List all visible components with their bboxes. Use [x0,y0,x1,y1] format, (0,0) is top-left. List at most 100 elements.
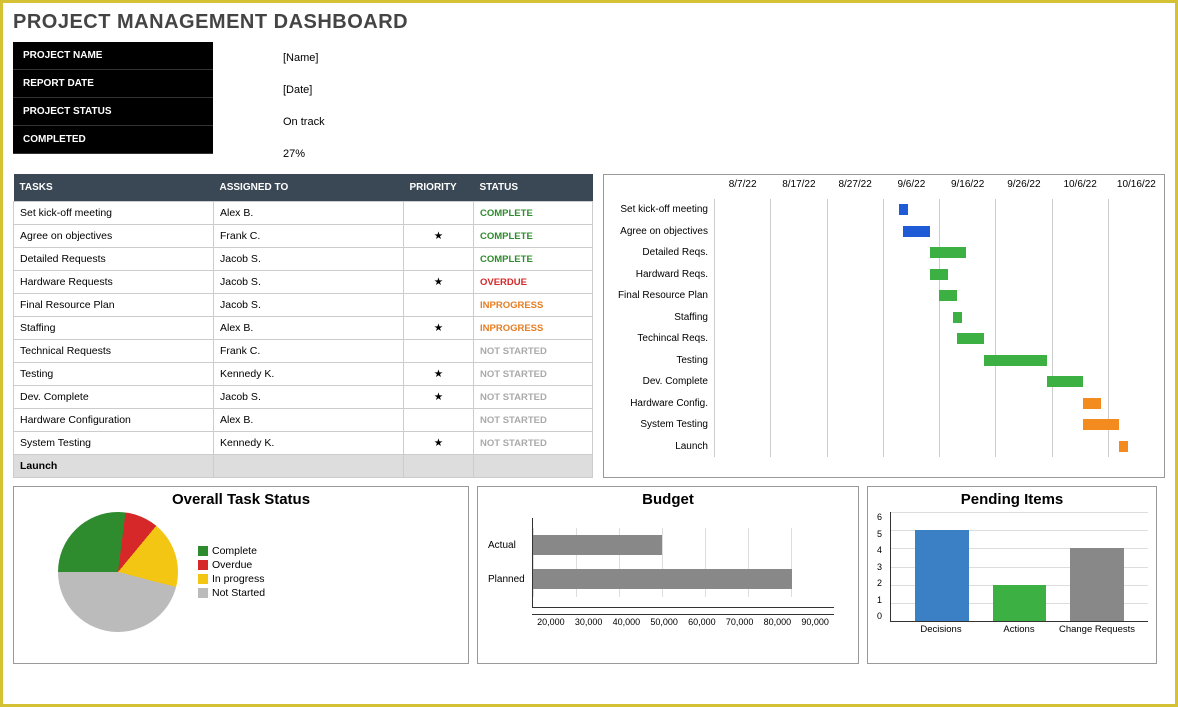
label-report-date: REPORT DATE [13,70,213,98]
task-name: Agree on objectives [14,225,214,248]
table-row: Dev. Complete Jacob S. ★ NOT STARTED [14,386,593,409]
gantt-bar [1119,441,1128,452]
task-priority: ★ [404,363,474,386]
gantt-bar [957,333,984,344]
task-priority: ★ [404,271,474,294]
table-row: Hardware Configuration Alex B. NOT START… [14,409,593,432]
table-row: Set kick-off meeting Alex B. COMPLETE [14,202,593,225]
task-status: NOT STARTED [474,409,593,432]
task-assigned: Jacob S. [214,248,404,271]
gantt-task-label: Testing [604,350,714,372]
budget-tick: 60,000 [683,617,721,627]
legend-item: Not Started [198,587,265,599]
gantt-task-label: Final Resource Plan [604,285,714,307]
task-priority [404,455,474,478]
col-priority: PRIORITY [404,174,474,202]
task-assigned: Frank C. [214,225,404,248]
pending-label: Actions [980,624,1058,635]
task-status: NOT STARTED [474,432,593,455]
task-name: Set kick-off meeting [14,202,214,225]
gantt-date: 9/26/22 [995,175,1051,199]
pending-title: Pending Items [872,491,1152,508]
task-status: COMPLETE [474,202,593,225]
table-row: Final Resource Plan Jacob S. INPROGRESS [14,294,593,317]
task-name: Hardware Requests [14,271,214,294]
pending-items-panel: Pending Items 0123456 DecisionsActionsCh… [867,486,1157,664]
task-name: Hardware Configuration [14,409,214,432]
gantt-date: 9/6/22 [883,175,939,199]
task-status: NOT STARTED [474,386,593,409]
budget-tick: 50,000 [645,617,683,627]
task-name: Launch [14,455,214,478]
gantt-bar [1083,419,1119,430]
gantt-task-label: Set kick-off meeting [604,199,714,221]
task-assigned: Alex B. [214,409,404,432]
gantt-bar [930,247,966,258]
value-completed: 27% [283,138,325,170]
task-name: Testing [14,363,214,386]
label-completed: COMPLETED [13,126,213,154]
budget-panel: Budget Actual Planned 20,00030,00040,000… [477,486,859,664]
col-status: STATUS [474,174,593,202]
budget-tick: 30,000 [570,617,608,627]
label-project-status: PROJECT STATUS [13,98,213,126]
task-assigned: Kennedy K. [214,432,404,455]
task-name: Detailed Requests [14,248,214,271]
task-name: Technical Requests [14,340,214,363]
gantt-bar [953,312,962,323]
task-priority [404,202,474,225]
budget-tick: 80,000 [759,617,797,627]
task-priority [404,294,474,317]
task-priority: ★ [404,225,474,248]
table-row: Staffing Alex B. ★ INPROGRESS [14,317,593,340]
gantt-bar [939,290,957,301]
budget-bar-planned [533,569,792,589]
task-status: INPROGRESS [474,317,593,340]
task-name: System Testing [14,432,214,455]
gantt-task-label: System Testing [604,414,714,436]
budget-tick: 40,000 [608,617,646,627]
task-priority: ★ [404,386,474,409]
task-name: Dev. Complete [14,386,214,409]
pending-bar [1070,548,1124,621]
task-status: COMPLETE [474,248,593,271]
table-row: Detailed Requests Jacob S. COMPLETE [14,248,593,271]
task-name: Final Resource Plan [14,294,214,317]
table-row: Launch [14,455,593,478]
budget-label-planned: Planned [488,574,525,585]
pie-legend: CompleteOverdueIn progressNot Started [198,543,265,601]
task-assigned: Frank C. [214,340,404,363]
col-tasks: TASKS [14,174,214,202]
table-row: Testing Kennedy K. ★ NOT STARTED [14,363,593,386]
task-status: INPROGRESS [474,294,593,317]
task-status: NOT STARTED [474,363,593,386]
budget-tick: 70,000 [721,617,759,627]
label-project-name: PROJECT NAME [13,42,213,70]
task-status: NOT STARTED [474,340,593,363]
gantt-bar [903,226,930,237]
task-assigned [214,455,404,478]
gantt-task-label: Hardware Config. [604,393,714,415]
pending-bar [915,530,969,621]
value-project-status: On track [283,106,325,138]
task-status [474,455,593,478]
budget-tick: 90,000 [796,617,834,627]
gantt-bar [984,355,1047,366]
budget-tick: 20,000 [532,617,570,627]
pie-chart [58,512,178,632]
pending-label: Change Requests [1058,624,1136,635]
table-row: System Testing Kennedy K. ★ NOT STARTED [14,432,593,455]
overall-title: Overall Task Status [18,491,464,508]
gantt-date: 10/6/22 [1052,175,1108,199]
value-report-date: [Date] [283,74,325,106]
gantt-task-label: Hardward Reqs. [604,264,714,286]
legend-item: Overdue [198,559,265,571]
task-assigned: Alex B. [214,202,404,225]
budget-bar-actual [533,535,662,555]
legend-item: In progress [198,573,265,585]
table-row: Hardware Requests Jacob S. ★ OVERDUE [14,271,593,294]
task-priority: ★ [404,317,474,340]
gantt-date: 8/17/22 [770,175,826,199]
gantt-date: 10/16/22 [1108,175,1164,199]
table-row: Agree on objectives Frank C. ★ COMPLETE [14,225,593,248]
